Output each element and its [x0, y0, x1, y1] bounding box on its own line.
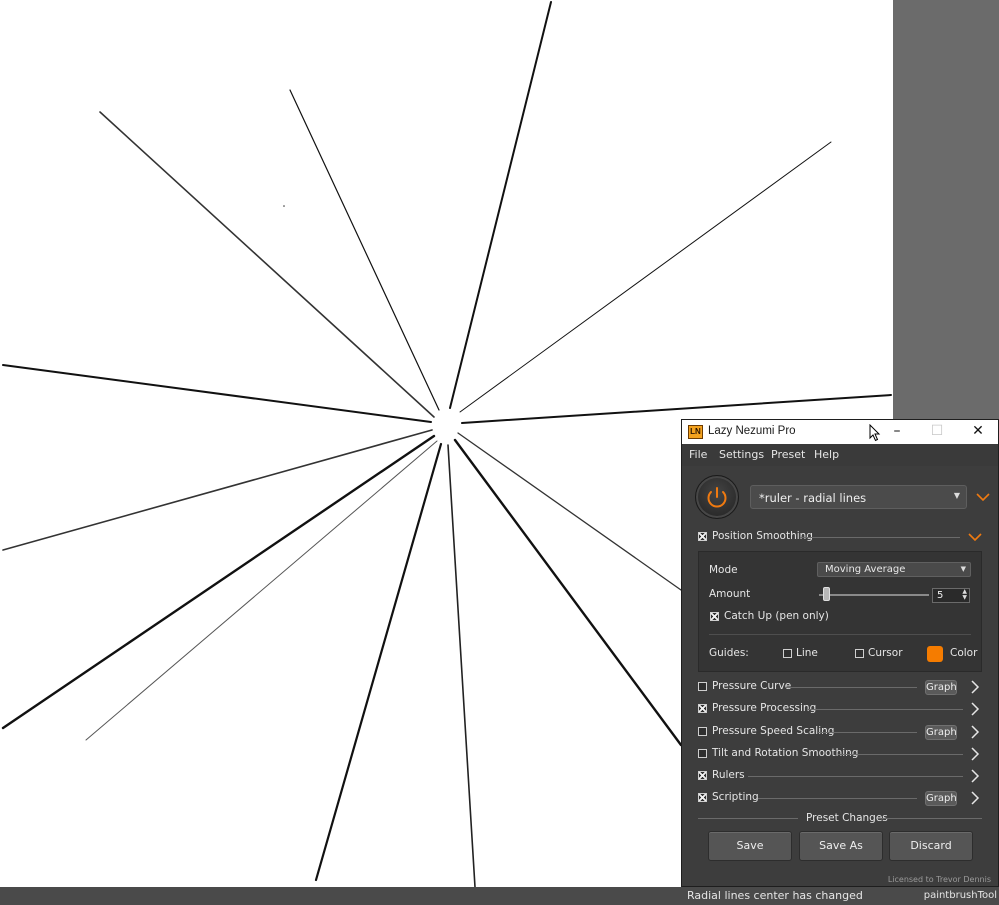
- section-scripting: Scripting Graph: [698, 790, 988, 806]
- tool-name: paintbrushTool: [923, 890, 997, 901]
- graph-button[interactable]: Graph: [925, 725, 957, 740]
- amount-label: Amount: [709, 588, 751, 600]
- chevron-right-icon[interactable]: [970, 747, 980, 761]
- divider: [818, 732, 917, 733]
- divider: [808, 709, 963, 710]
- divider: [785, 687, 917, 688]
- menu-settings[interactable]: Settings: [719, 448, 764, 461]
- window-title: Lazy Nezumi Pro: [708, 425, 796, 437]
- position-smoothing-header: Position Smoothing: [698, 530, 988, 546]
- chevron-right-icon[interactable]: [970, 725, 980, 739]
- section-pressure-speed-scaling: Pressure Speed Scaling Graph: [698, 724, 988, 740]
- menu-help[interactable]: Help: [814, 448, 839, 461]
- divider: [698, 818, 798, 819]
- amount-spinbox[interactable]: 5 ▲ ▼: [932, 588, 970, 603]
- menu-preset[interactable]: Preset: [771, 448, 805, 461]
- preset-name: *ruler - radial lines: [759, 491, 867, 505]
- guide-cursor-label: Cursor: [868, 647, 903, 659]
- amount-slider-track[interactable]: [819, 594, 929, 596]
- section-label: Pressure Processing: [712, 702, 817, 714]
- guide-line-checkbox[interactable]: [783, 649, 792, 658]
- guide-cursor-checkbox[interactable]: [855, 649, 864, 658]
- minimize-icon: –: [893, 423, 901, 439]
- license-text: Licensed to Trevor Dennis: [887, 875, 991, 884]
- scripting-checkbox[interactable]: [698, 793, 707, 802]
- divider: [838, 754, 963, 755]
- section-label: Tilt and Rotation Smoothing: [712, 747, 859, 759]
- menu-bar: File Settings Preset Help: [682, 444, 998, 466]
- position-smoothing-checkbox[interactable]: [698, 532, 707, 541]
- mode-dropdown[interactable]: Moving Average ▼: [817, 562, 971, 577]
- chevron-down-icon[interactable]: [976, 492, 990, 502]
- divider: [882, 818, 982, 819]
- chevron-down-icon[interactable]: [968, 532, 982, 542]
- dropdown-arrow-icon: ▼: [960, 565, 966, 573]
- spin-arrows-icon: ▲ ▼: [962, 588, 967, 601]
- pressure-processing-checkbox[interactable]: [698, 704, 707, 713]
- title-bar[interactable]: LN Lazy Nezumi Pro – ☐ ✕: [682, 420, 998, 444]
- section-tilt-rotation-smoothing: Tilt and Rotation Smoothing: [698, 746, 988, 762]
- lazy-nezumi-window: LN Lazy Nezumi Pro – ☐ ✕ File Settings P…: [681, 419, 999, 887]
- guide-line-label: Line: [796, 647, 818, 659]
- section-label: Rulers: [712, 769, 745, 781]
- chevron-right-icon[interactable]: [970, 702, 980, 716]
- preset-changes-title: Preset Changes: [806, 812, 888, 824]
- graph-button[interactable]: Graph: [925, 791, 957, 806]
- section-rulers: Rulers: [698, 768, 988, 784]
- maximize-icon: ☐: [930, 423, 944, 439]
- divider: [800, 537, 960, 538]
- chevron-right-icon[interactable]: [970, 769, 980, 783]
- discard-button[interactable]: Discard: [889, 831, 973, 861]
- guides-label: Guides:: [709, 647, 749, 659]
- pressure-speed-scaling-checkbox[interactable]: [698, 727, 707, 736]
- position-smoothing-label: Position Smoothing: [712, 530, 813, 542]
- mode-value: Moving Average: [825, 564, 906, 575]
- status-message: Radial lines center has changed: [687, 889, 863, 902]
- graph-button[interactable]: Graph: [925, 680, 957, 695]
- maximize-button: ☐: [917, 420, 957, 444]
- divider: [748, 776, 963, 777]
- power-icon: [707, 487, 727, 508]
- section-label: Scripting: [712, 791, 759, 803]
- chevron-right-icon[interactable]: [970, 791, 980, 805]
- section-label: Pressure Speed Scaling: [712, 725, 835, 737]
- host-status-bar: Radial lines center has changed paintbru…: [0, 887, 999, 905]
- app-logo-icon: LN: [688, 425, 703, 439]
- section-label: Pressure Curve: [712, 680, 792, 692]
- section-pressure-processing: Pressure Processing: [698, 701, 988, 717]
- chevron-right-icon[interactable]: [970, 680, 980, 694]
- dropdown-arrow-icon: ▼: [953, 491, 960, 500]
- preset-dropdown[interactable]: *ruler - radial lines ▼: [750, 485, 967, 509]
- position-smoothing-panel: Mode Moving Average ▼ Amount 5 ▲ ▼ Catch …: [698, 551, 982, 672]
- save-as-button[interactable]: Save As: [799, 831, 883, 861]
- minimize-button[interactable]: –: [877, 420, 917, 444]
- divider: [758, 798, 917, 799]
- close-button[interactable]: ✕: [958, 420, 998, 444]
- pressure-curve-checkbox[interactable]: [698, 682, 707, 691]
- amount-slider-thumb[interactable]: [823, 587, 831, 601]
- menu-file[interactable]: File: [689, 448, 707, 461]
- guide-color-label: Color: [950, 647, 978, 659]
- catch-up-checkbox[interactable]: [710, 612, 719, 621]
- power-toggle-button[interactable]: [695, 475, 739, 519]
- catch-up-label: Catch Up (pen only): [724, 610, 829, 622]
- close-icon: ✕: [972, 423, 984, 439]
- amount-value: 5: [937, 590, 944, 601]
- save-button[interactable]: Save: [708, 831, 792, 861]
- guide-color-swatch[interactable]: [927, 646, 943, 662]
- section-pressure-curve: Pressure Curve Graph: [698, 679, 988, 695]
- rulers-checkbox[interactable]: [698, 771, 707, 780]
- tilt-rotation-checkbox[interactable]: [698, 749, 707, 758]
- divider: [709, 634, 971, 635]
- mode-label: Mode: [709, 564, 738, 576]
